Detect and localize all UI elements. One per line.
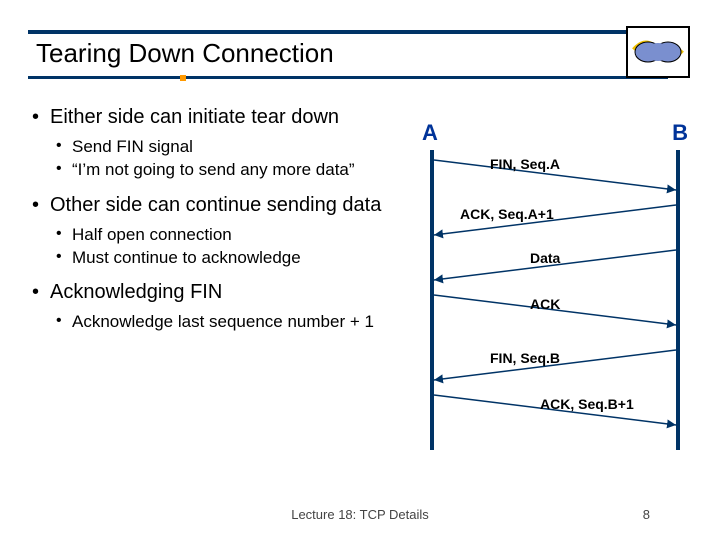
bullet-1-sub1: Send FIN signal <box>28 136 408 157</box>
title-accent-square <box>180 75 186 81</box>
page-number: 8 <box>643 507 650 522</box>
bullet-3-sub1: Acknowledge last sequence number + 1 <box>28 311 408 332</box>
endpoint-b-label: B <box>672 120 688 146</box>
bullet-2: Other side can continue sending data <box>28 193 408 218</box>
msg-fin-a: FIN, Seq.A <box>490 156 560 172</box>
bullet-content: Either side can initiate tear down Send … <box>28 105 408 334</box>
bullet-2-sub2: Must continue to acknowledge <box>28 247 408 268</box>
bullet-3: Acknowledging FIN <box>28 280 408 305</box>
footer-text: Lecture 18: TCP Details <box>0 507 720 522</box>
bullet-2-sub1: Half open connection <box>28 224 408 245</box>
slide-title: Tearing Down Connection <box>36 38 334 69</box>
bullet-1: Either side can initiate tear down <box>28 105 408 130</box>
title-bar <box>28 30 668 34</box>
msg-data: Data <box>530 250 560 266</box>
msg-ack: ACK <box>530 296 560 312</box>
title-underline <box>28 76 668 79</box>
endpoint-a-label: A <box>422 120 438 146</box>
sequence-diagram: A B FIN, Seq.A ACK, Seq.A+1 Data ACK FIN… <box>420 120 690 460</box>
logo-icon <box>626 26 690 78</box>
msg-ack-a1: ACK, Seq.A+1 <box>460 206 554 222</box>
bullet-1-sub2: “I’m not going to send any more data” <box>28 159 408 180</box>
msg-fin-b: FIN, Seq.B <box>490 350 560 366</box>
footer-label: Lecture 18: TCP Details <box>291 507 429 522</box>
msg-ack-b1: ACK, Seq.B+1 <box>540 396 634 412</box>
